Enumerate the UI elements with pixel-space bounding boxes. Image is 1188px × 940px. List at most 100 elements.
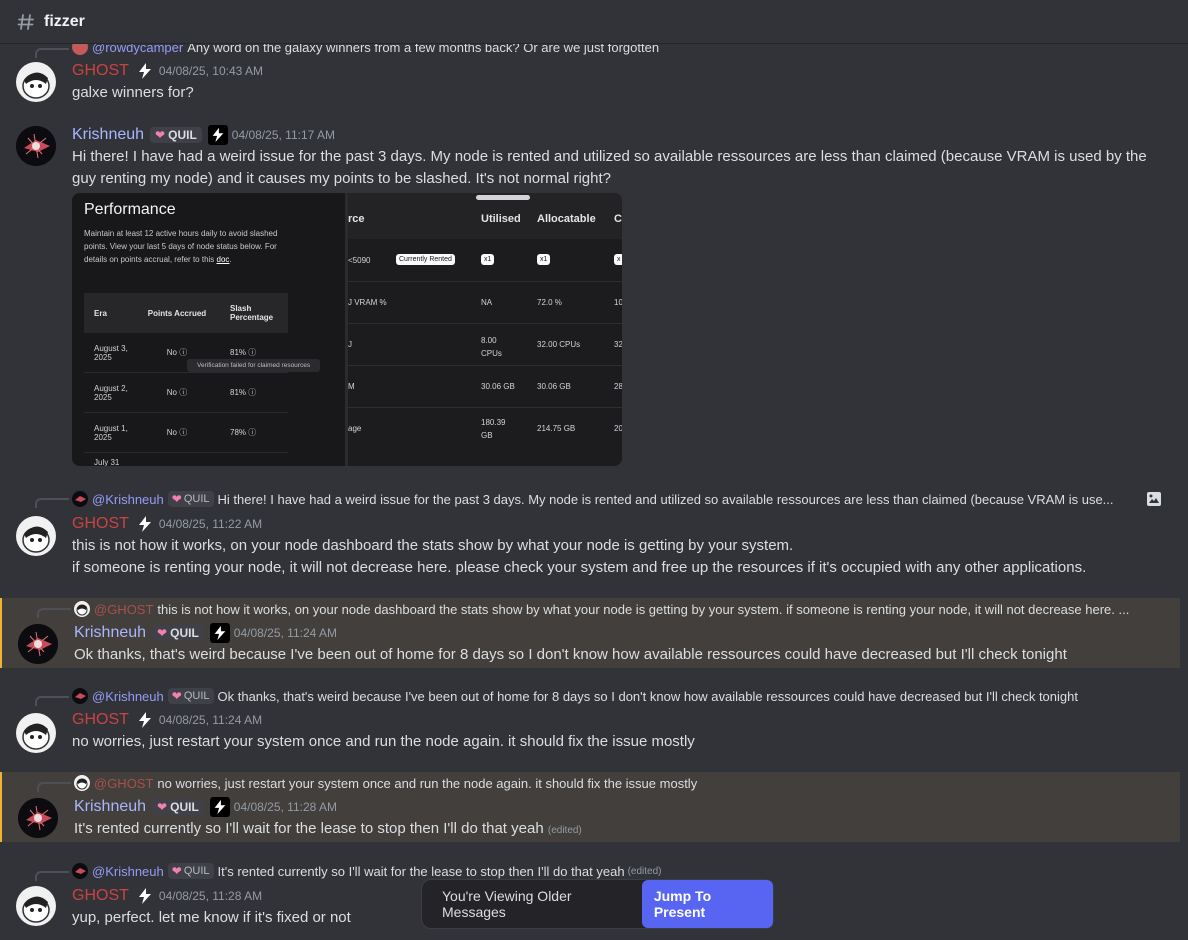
help-icon: ⓘ [179,348,188,357]
reply-author[interactable]: @Krishneuh [92,864,164,879]
author-name[interactable]: GHOST [72,515,129,533]
message-header: GHOST 04/08/25, 11:28 AM [72,885,262,907]
timestamp[interactable]: 04/08/25, 11:24 AM [159,713,262,727]
message-content: this is not how it works, on your node d… [72,535,1162,579]
desc-end: . [229,255,232,264]
col-utilised: Utilised [481,213,521,225]
tag-label: QUIL [170,626,199,640]
reply-preview[interactable]: @Krishneuh ❤ QUIL Hi there! I have had a … [72,490,1132,508]
timestamp[interactable]: 04/08/25, 11:28 AM [234,800,337,814]
avatar[interactable] [16,62,56,102]
message-content: galxe winners for? [72,82,1162,104]
capacity-cell: 20 [614,424,622,433]
timestamp[interactable]: 04/08/25, 11:17 AM [232,128,335,142]
avatar[interactable] [16,126,56,166]
bolt-badge-icon [135,61,155,81]
reply-text: this is not how it works, on your node d… [157,601,1130,617]
channel-hash-icon [17,13,34,30]
reply-author[interactable]: @Krishneuh [92,689,164,704]
heart-icon: ❤ [171,864,182,878]
capacity-cell: 28 [614,382,622,391]
table-row: August 2, 2025 No ⓘ 81% ⓘ [84,373,288,413]
rented-pill: Currently Rented [396,254,455,265]
col-resource: rce [348,213,365,225]
reply-text: no worries, just restart your system onc… [157,775,698,791]
row-divider [348,281,622,282]
message: @Krishneuh ❤ QUIL Hi there! I have had a … [0,490,1188,582]
message: @Krishneuh ❤ QUIL Ok thanks, that's weird… [0,687,1188,757]
jump-to-present-button[interactable]: Jump To Present [641,880,773,928]
bolt-badge-icon [207,125,228,145]
edited-label: (edited) [547,825,582,836]
reply-text: It's rented currently so I'll wait for t… [217,863,625,879]
performance-table: Era Points Accrued Slash Percentage Augu… [84,293,288,466]
server-tag[interactable]: ❤ QUIL [152,625,204,641]
author-name[interactable]: GHOST [72,62,129,80]
avatar[interactable] [18,624,58,664]
era-cell: August 2, 2025 [94,383,128,402]
resource-cell: J VRAM % [348,298,387,307]
scrollbar[interactable] [476,195,530,200]
attached-image[interactable]: Performance Maintain at least 12 active … [72,193,622,466]
reply-author[interactable]: @GHOST [94,602,153,617]
reply-text: Ok thanks, that's weird because I've bee… [217,688,1078,704]
col-allocatable: Allocatable [537,213,596,225]
table-row: July 31 [84,453,288,466]
help-icon: ⓘ [179,428,188,437]
avatar[interactable] [18,798,58,838]
message-content: Hi there! I have had a weird issue for t… [72,146,1162,190]
table-row: August 1, 2025 No ⓘ 78% ⓘ [84,413,288,453]
heart-icon: ❤ [157,800,168,814]
timestamp[interactable]: 04/08/25, 10:43 AM [159,64,263,78]
message-text: Ok thanks, that's weird because I've bee… [74,646,1067,663]
reply-tag: ❤ QUIL [167,863,214,879]
message: @rowdycamper Any word on the galaxy winn… [0,38,1188,108]
reply-preview[interactable]: @GHOST no worries, just restart your sys… [74,774,697,792]
help-icon: ⓘ [179,388,188,397]
timestamp[interactable]: 04/08/25, 11:28 AM [159,889,262,903]
reply-author[interactable]: @GHOST [94,776,153,791]
resources-panel: rce Utilised Allocatable C <5090 Current… [348,193,622,466]
reply-tag: ❤ QUIL [167,491,214,507]
utilised-cell: 180.39 GB [481,418,506,440]
points-cell: No ⓘ [144,427,210,438]
author-name[interactable]: GHOST [72,887,129,905]
bolt-badge-icon [135,514,155,534]
avatar[interactable] [16,713,56,753]
message-text: It's rented currently so I'll wait for t… [74,820,544,837]
timestamp[interactable]: 04/08/25, 11:24 AM [234,626,337,640]
avatar[interactable] [16,516,56,556]
utilised-pill: x1 [481,254,495,265]
tag-label: QUIL [183,690,210,702]
col-slash: Slash Percentage [230,304,274,322]
edited-label: (edited) [627,865,662,877]
heart-icon: ❤ [157,626,168,640]
col-capacity: C [614,213,622,225]
author-name[interactable]: Krishneuh [74,624,146,642]
author-name[interactable]: Krishneuh [74,798,146,816]
allocatable-pill: x1 [537,254,551,265]
author-name[interactable]: GHOST [72,711,129,729]
heart-icon: ❤ [155,128,166,142]
message-mention-highlight: @GHOST no worries, just restart your sys… [0,772,1180,842]
timestamp[interactable]: 04/08/25, 11:22 AM [159,517,262,531]
author-name[interactable]: Krishneuh [72,126,144,144]
server-tag[interactable]: ❤ QUIL [152,799,204,815]
avatar[interactable] [16,886,56,926]
reply-preview[interactable]: @GHOST this is not how it works, on your… [74,600,1154,618]
resource-cell: age [348,424,362,433]
bolt-badge-icon [209,623,230,643]
server-tag[interactable]: ❤ QUIL [150,127,202,143]
reply-author[interactable]: @Krishneuh [92,492,164,507]
reply-preview[interactable]: @Krishneuh ❤ QUIL Ok thanks, that's weird… [72,687,1078,705]
reply-text: Hi there! I have had a weird issue for t… [217,491,1114,507]
reply-avatar [74,601,90,617]
message-content: It's rented currently so I'll wait for t… [74,818,1164,842]
bolt-badge-icon [135,886,155,906]
tag-label: QUIL [183,865,210,877]
table-header: Era Points Accrued Slash Percentage [84,293,288,333]
reply-preview[interactable]: @Krishneuh ❤ QUIL It's rented currently s… [72,862,661,880]
resource-cell: J [348,340,352,349]
image-icon [1147,492,1161,506]
performance-description: Maintain at least 12 active hours daily … [84,227,294,266]
